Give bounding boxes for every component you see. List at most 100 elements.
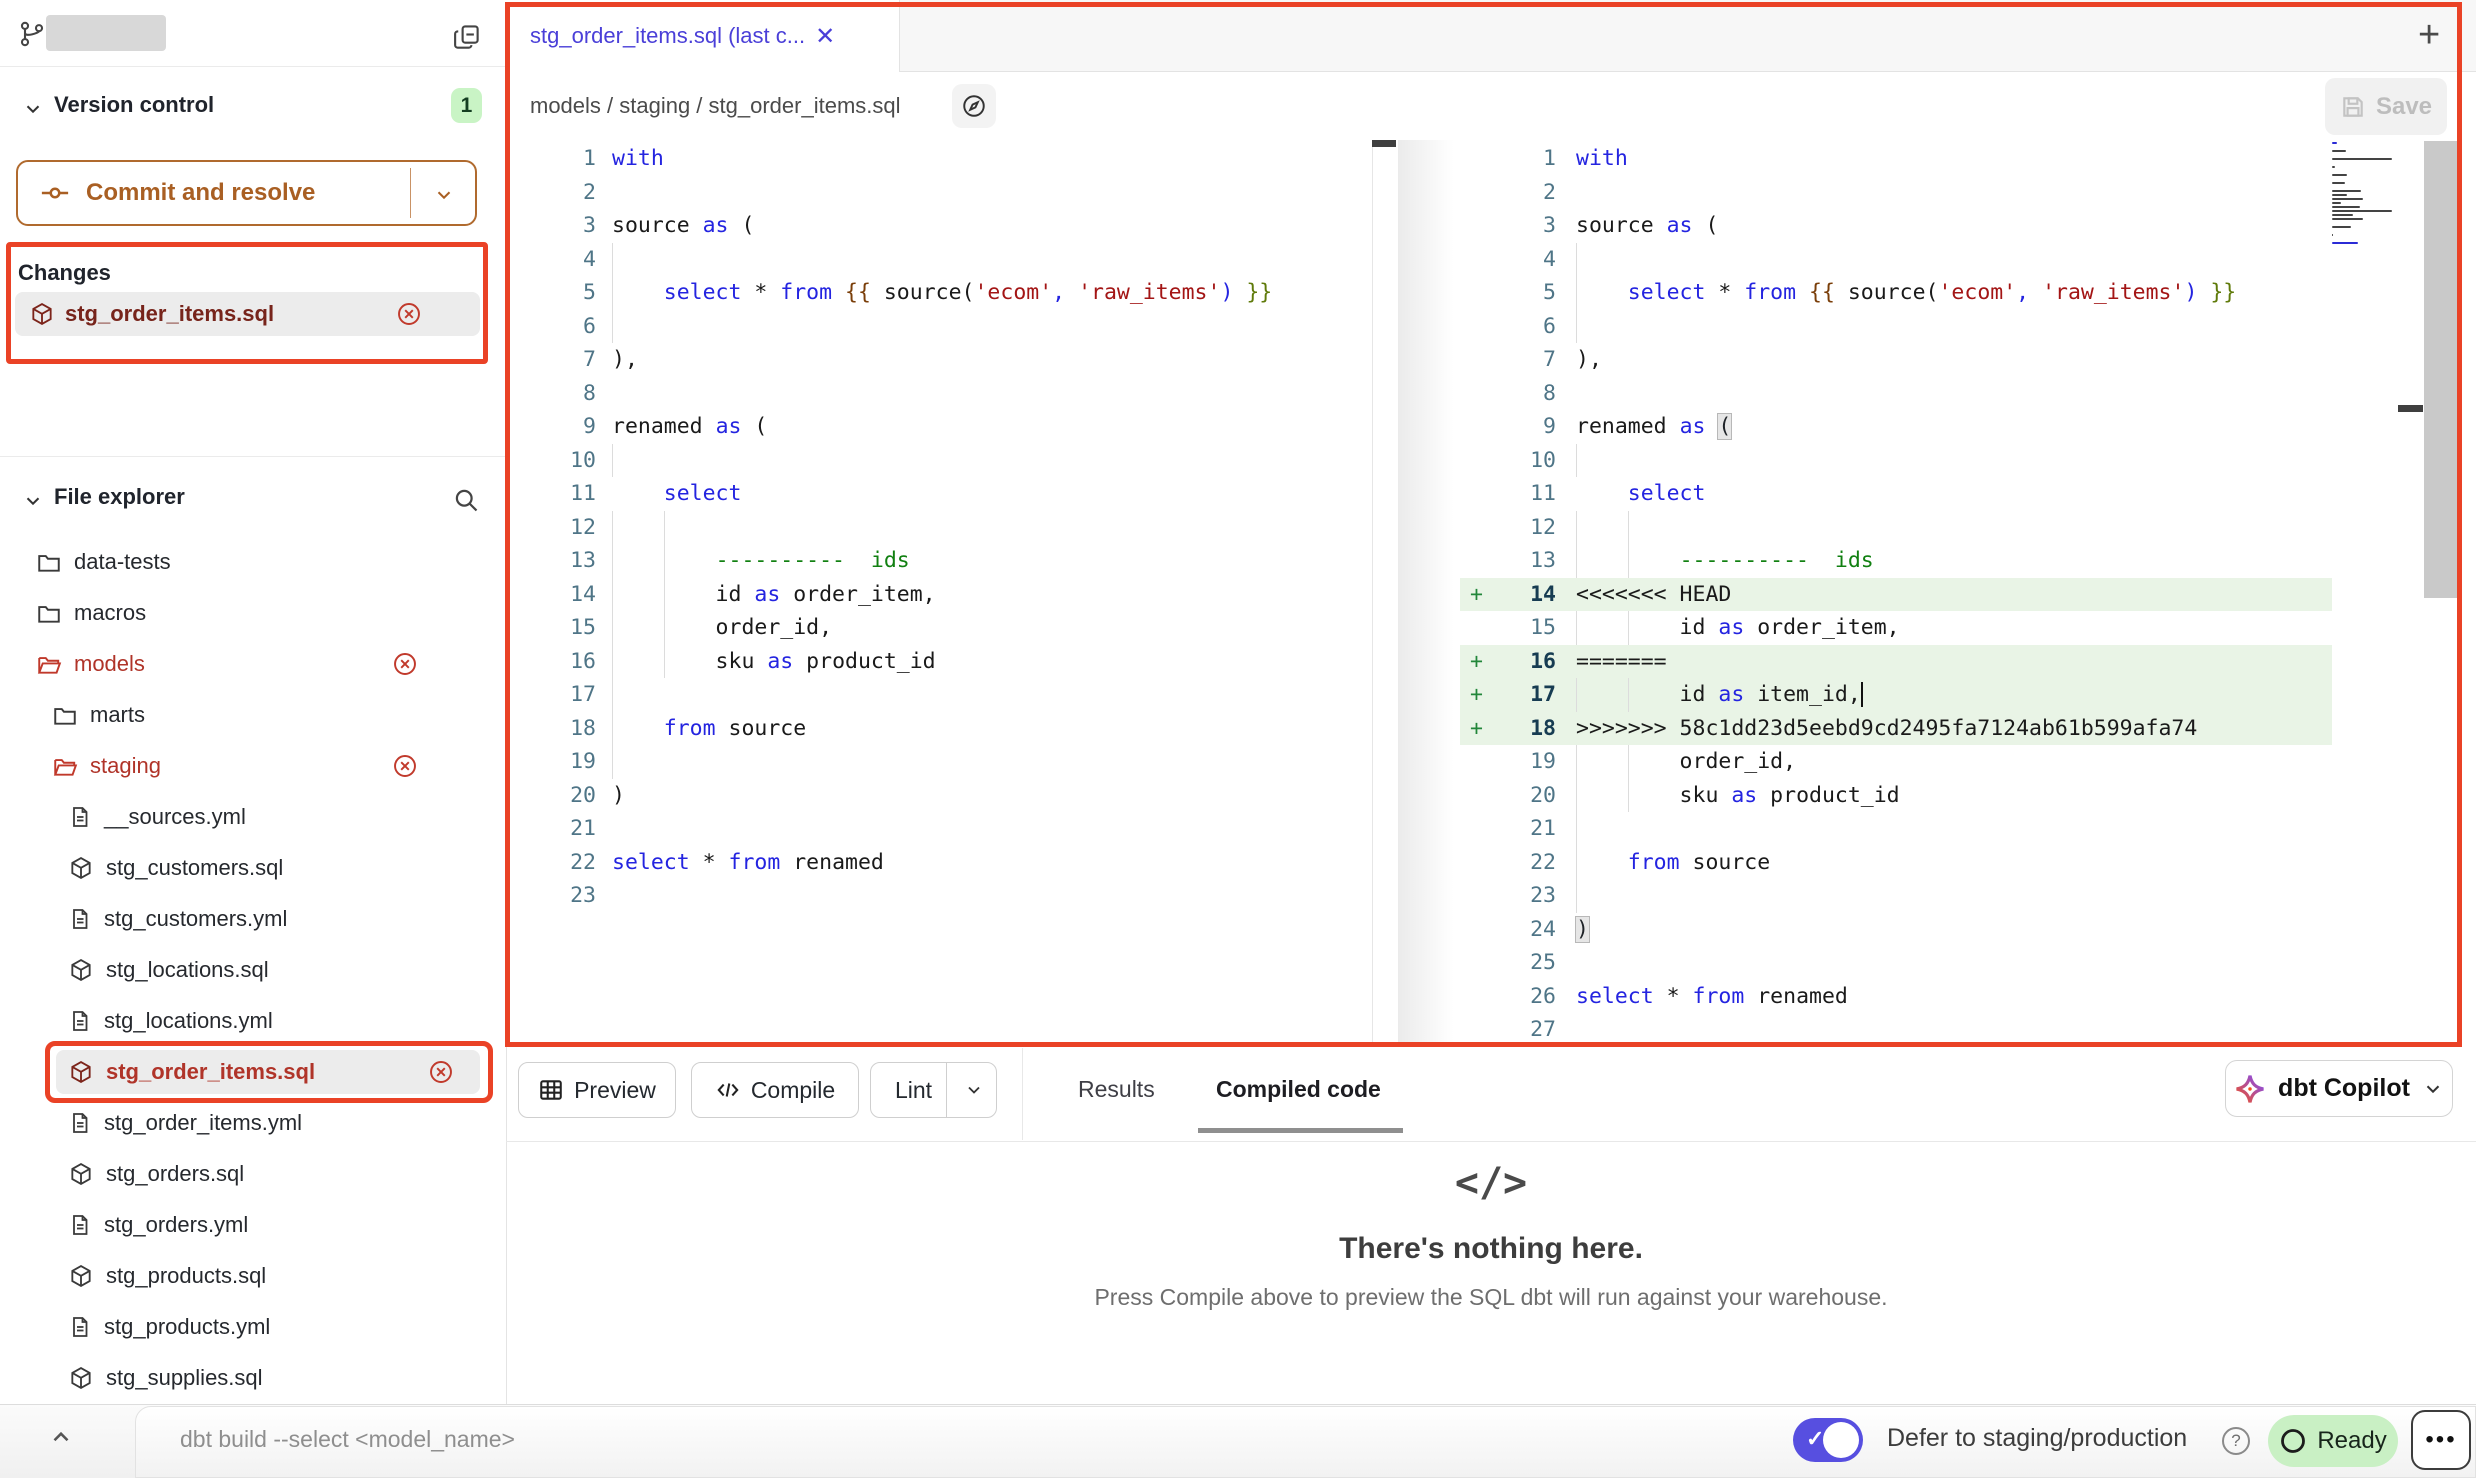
file-tree-item-stg-products-sql[interactable]: stg_products.sql — [0, 1254, 506, 1298]
code-line[interactable]: 6 — [1460, 310, 2332, 344]
code-line[interactable]: 8 — [508, 377, 1372, 411]
code-line[interactable]: 4 — [1460, 243, 2332, 277]
file-tree-item-stg-locations-yml[interactable]: stg_locations.yml — [0, 999, 506, 1043]
code-line[interactable]: 12 — [1460, 511, 2332, 545]
more-options-button[interactable]: ••• — [2411, 1410, 2471, 1470]
code-line[interactable]: 7), — [508, 343, 1372, 377]
file-tree-item-stg-order-items-sql[interactable]: stg_order_items.sql — [56, 1050, 480, 1094]
code-line[interactable]: 19 order_id, — [1460, 745, 2332, 779]
git-branch-icon[interactable] — [18, 20, 46, 48]
code-line[interactable]: 15 id as order_item, — [1460, 611, 2332, 645]
file-tree-item-stg-orders-yml[interactable]: stg_orders.yml — [0, 1203, 506, 1247]
code-line[interactable]: 11 select — [1460, 477, 2332, 511]
code-line[interactable]: 17 — [508, 678, 1372, 712]
code-line[interactable]: 2 — [1460, 176, 2332, 210]
code-line[interactable]: 20) — [508, 779, 1372, 813]
file-tree-item-stg-supplies-sql[interactable]: stg_supplies.sql — [0, 1356, 506, 1400]
file-tree-item-staging[interactable]: staging — [0, 744, 506, 788]
version-control-chevron-icon[interactable] — [22, 98, 44, 120]
code-line[interactable]: +14<<<<<<< HEAD — [1460, 578, 2332, 612]
file-explorer-chevron-icon[interactable] — [22, 490, 44, 512]
code-line[interactable]: 22 from source — [1460, 846, 2332, 880]
file-tree-item-macros[interactable]: macros — [0, 591, 506, 635]
file-tree-item-stg-orders-sql[interactable]: stg_orders.sql — [0, 1152, 506, 1196]
code-line[interactable]: 20 sku as product_id — [1460, 779, 2332, 813]
commit-and-resolve-button[interactable]: Commit and resolve — [16, 160, 477, 226]
code-line[interactable]: 23 — [508, 879, 1372, 913]
code-line[interactable]: +18>>>>>>> 58c1dd23d5eebd9cd2495fa7124ab… — [1460, 712, 2332, 746]
help-icon[interactable]: ? — [2222, 1427, 2250, 1455]
code-line[interactable]: 4 — [508, 243, 1372, 277]
new-tab-button[interactable]: + — [2418, 14, 2440, 57]
code-line[interactable]: 24) — [1460, 913, 2332, 947]
code-line[interactable]: 19 — [508, 745, 1372, 779]
preview-button[interactable]: Preview — [518, 1062, 676, 1118]
code-line[interactable]: 13 ---------- ids — [1460, 544, 2332, 578]
code-line[interactable]: 23 — [1460, 879, 2332, 913]
defer-toggle[interactable]: ✓ — [1793, 1418, 1863, 1462]
code-line[interactable]: +17 id as item_id, — [1460, 678, 2332, 712]
code-line[interactable]: 6 — [508, 310, 1372, 344]
tab-compiled-code[interactable]: Compiled code — [1216, 1076, 1381, 1103]
code-line[interactable]: 10 — [508, 444, 1372, 478]
file-search-icon[interactable] — [452, 486, 480, 514]
code-line[interactable]: 5 select * from {{ source('ecom', 'raw_i… — [508, 276, 1372, 310]
change-item[interactable]: stg_order_items.sql — [15, 292, 480, 336]
code-line[interactable]: 21 — [508, 812, 1372, 846]
code-line[interactable]: 21 — [1460, 812, 2332, 846]
code-line[interactable]: 7), — [1460, 343, 2332, 377]
code-line[interactable]: 18 from source — [508, 712, 1372, 746]
editor-pane-left[interactable]: 1with23source as (45 select * from {{ so… — [508, 142, 1372, 913]
file-tree-item-stg-customers-sql[interactable]: stg_customers.sql — [0, 846, 506, 890]
code-line[interactable]: 1with — [508, 142, 1372, 176]
code-line[interactable]: 2 — [508, 176, 1372, 210]
copy-files-icon[interactable] — [452, 22, 482, 52]
code-line[interactable]: 14 id as order_item, — [508, 578, 1372, 612]
command-input[interactable]: dbt build --select <model_name> — [180, 1426, 515, 1453]
code-line[interactable]: 5 select * from {{ source('ecom', 'raw_i… — [1460, 276, 2332, 310]
code-line[interactable]: 11 select — [508, 477, 1372, 511]
code-line[interactable]: 3source as ( — [1460, 209, 2332, 243]
code-line[interactable]: 10 — [1460, 444, 2332, 478]
file-tree-item-models[interactable]: models — [0, 642, 506, 686]
code-line[interactable]: 9renamed as ( — [508, 410, 1372, 444]
discard-change-icon[interactable] — [396, 301, 422, 327]
removed-indicator-icon[interactable] — [392, 651, 418, 677]
removed-indicator-icon[interactable] — [428, 1059, 454, 1085]
tab-close-icon[interactable]: ✕ — [815, 22, 835, 51]
editor-scrollbar[interactable] — [2424, 141, 2457, 598]
lint-dropdown-chevron-icon[interactable] — [964, 1080, 984, 1100]
left-pane-scroll-thumb[interactable] — [1372, 140, 1396, 147]
compile-button[interactable]: Compile — [691, 1062, 859, 1118]
code-line[interactable]: 1with — [1460, 142, 2332, 176]
file-tree-item--sources-yml[interactable]: __sources.yml — [0, 795, 506, 839]
file-tree-item-stg-order-items-yml[interactable]: stg_order_items.yml — [0, 1101, 506, 1145]
code-line[interactable]: 13 ---------- ids — [508, 544, 1372, 578]
tab-stg-order-items[interactable]: stg_order_items.sql (last c... ✕ — [506, 0, 900, 72]
code-line[interactable]: 8 — [1460, 377, 2332, 411]
removed-indicator-icon[interactable] — [392, 753, 418, 779]
file-tree-item-stg-products-yml[interactable]: stg_products.yml — [0, 1305, 506, 1349]
right-pane-scroll-thumb[interactable] — [2398, 405, 2423, 412]
file-tree-item-data-tests[interactable]: data-tests — [0, 540, 506, 584]
code-line[interactable]: 16 sku as product_id — [508, 645, 1372, 679]
file-tree-item-stg-locations-sql[interactable]: stg_locations.sql — [0, 948, 506, 992]
lint-split-button[interactable]: Lint — [870, 1062, 997, 1118]
code-line[interactable]: 26select * from renamed — [1460, 980, 2332, 1014]
code-line[interactable]: 22select * from renamed — [508, 846, 1372, 880]
code-line[interactable]: 15 order_id, — [508, 611, 1372, 645]
file-tree-item-marts[interactable]: marts — [0, 693, 506, 737]
commit-dropdown-chevron-icon[interactable] — [433, 184, 455, 206]
dbt-copilot-button[interactable]: dbt Copilot — [2225, 1060, 2453, 1117]
lineage-button[interactable] — [952, 84, 996, 128]
code-line[interactable]: 9renamed as ( — [1460, 410, 2332, 444]
code-line[interactable]: +16======= — [1460, 645, 2332, 679]
editor-minimap[interactable] — [2332, 142, 2394, 250]
code-line[interactable]: 25 — [1460, 946, 2332, 980]
save-button[interactable]: Save — [2325, 78, 2447, 135]
editor-pane-right[interactable]: 1with23source as (45 select * from {{ so… — [1460, 142, 2332, 1047]
code-line[interactable]: 3source as ( — [508, 209, 1372, 243]
code-line[interactable]: 27 — [1460, 1013, 2332, 1047]
code-line[interactable]: 12 — [508, 511, 1372, 545]
tab-results[interactable]: Results — [1078, 1076, 1155, 1103]
